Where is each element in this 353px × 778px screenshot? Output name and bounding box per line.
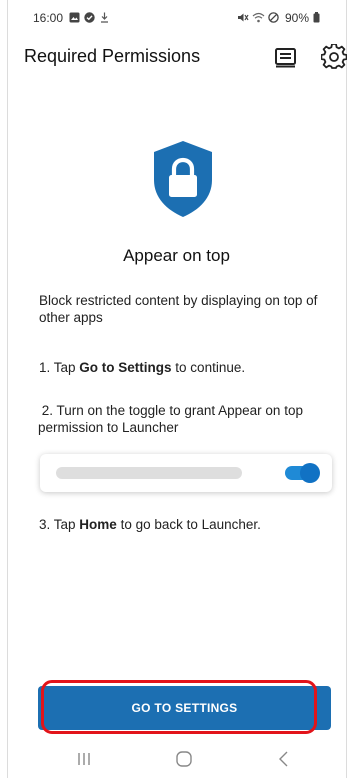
step-1-bold: Go to Settings: [79, 360, 172, 375]
page-title: Required Permissions: [24, 46, 201, 66]
back-icon: [279, 751, 288, 767]
mute-icon: [237, 12, 249, 26]
toggle-thumb: [300, 463, 320, 483]
step-2-text: 2. Turn on the toggle to grant Appear on…: [38, 403, 307, 435]
back-button[interactable]: [272, 748, 296, 770]
navigation-bar: [0, 740, 353, 778]
step-3-suffix: to go back to Launcher.: [116, 517, 261, 532]
download-notification-icon: [100, 12, 109, 26]
step-1-suffix: to continue.: [171, 360, 246, 375]
recent-apps-button[interactable]: [72, 748, 96, 770]
step-3-prefix: 3. Tap: [39, 517, 80, 532]
guide-button[interactable]: [273, 44, 299, 70]
gallery-notification-icon: [69, 12, 80, 26]
step-3-text: 3. Tap Home to go back to Launcher.: [39, 516, 324, 533]
guide-icon: [275, 48, 296, 68]
check-notification-icon: [84, 12, 95, 26]
no-signal-icon: [268, 12, 279, 26]
status-bar: 16:00 90%: [0, 0, 353, 34]
recent-apps-icon: [78, 753, 90, 765]
wifi-icon: [252, 12, 265, 26]
settings-gear-icon: [321, 44, 347, 69]
frame-border-right: [346, 0, 347, 778]
settings-button[interactable]: [321, 44, 347, 70]
battery-icon: [313, 12, 320, 26]
highlight-outline: [41, 680, 317, 734]
permission-description: Block restricted content by displaying o…: [39, 293, 318, 325]
frame-border-left: [7, 0, 8, 778]
home-button[interactable]: [172, 748, 196, 770]
step-1-text: 1. Tap Go to Settings to continue.: [39, 359, 324, 376]
step-1-prefix: 1. Tap: [39, 360, 80, 375]
lock-shield-icon: [154, 141, 212, 217]
battery-percentage: 90%: [285, 11, 310, 25]
toggle-illustration-card: [40, 454, 332, 492]
section-title: Appear on top: [123, 246, 230, 265]
status-time: 16:00: [33, 11, 64, 25]
home-icon: [176, 751, 192, 767]
step-3-bold: Home: [79, 517, 117, 532]
setting-label-placeholder: [56, 467, 242, 479]
